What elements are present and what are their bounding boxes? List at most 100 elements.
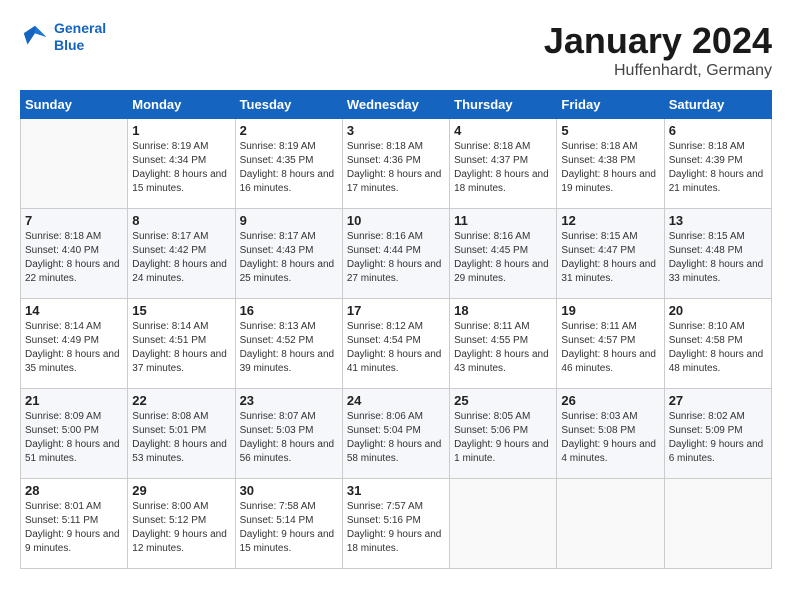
day-info: Sunrise: 8:13 AMSunset: 4:52 PMDaylight:… — [240, 320, 338, 376]
calendar-cell: 31 Sunrise: 7:57 AMSunset: 5:16 PMDayligh… — [342, 479, 449, 569]
day-info: Sunrise: 8:17 AMSunset: 4:42 PMDaylight:… — [132, 230, 230, 286]
day-info: Sunrise: 8:15 AMSunset: 4:47 PMDaylight:… — [561, 230, 659, 286]
calendar-cell: 15Sunrise: 8:14 AMSunset: 4:51 PMDayligh… — [128, 299, 235, 389]
day-number: 13 — [669, 213, 767, 228]
day-number: 4 — [454, 123, 552, 138]
calendar-cell: 13Sunrise: 8:15 AMSunset: 4:48 PMDayligh… — [664, 209, 771, 299]
calendar-header: SundayMondayTuesdayWednesdayThursdayFrid… — [21, 91, 772, 119]
day-number: 29 — [132, 483, 230, 498]
month-title: January 2024 — [544, 20, 772, 62]
day-info: Sunrise: 8:18 AMSunset: 4:39 PMDaylight:… — [669, 140, 767, 196]
day-number: 25 — [454, 393, 552, 408]
day-info: Sunrise: 8:09 AMSunset: 5:00 PMDaylight:… — [25, 410, 123, 466]
day-number: 21 — [25, 393, 123, 408]
day-info: Sunrise: 8:16 AMSunset: 4:45 PMDaylight:… — [454, 230, 552, 286]
day-info: Sunrise: 8:14 AMSunset: 4:51 PMDaylight:… — [132, 320, 230, 376]
day-number: 12 — [561, 213, 659, 228]
day-number: 5 — [561, 123, 659, 138]
day-number: 26 — [561, 393, 659, 408]
day-info: Sunrise: 8:11 AMSunset: 4:57 PMDaylight:… — [561, 320, 659, 376]
day-number: 14 — [25, 303, 123, 318]
day-number: 1 — [132, 123, 230, 138]
day-info: Sunrise: 8:17 AMSunset: 4:43 PMDaylight:… — [240, 230, 338, 286]
week-row-4: 28 Sunrise: 8:01 AMSunset: 5:11 PMDayligh… — [21, 479, 772, 569]
day-number: 23 — [240, 393, 338, 408]
day-number: 2 — [240, 123, 338, 138]
day-info: Sunrise: 8:11 AMSunset: 4:55 PMDaylight:… — [454, 320, 552, 376]
calendar-cell: 12 Sunrise: 8:15 AMSunset: 4:47 PMDayligh… — [557, 209, 664, 299]
day-number: 6 — [669, 123, 767, 138]
calendar-cell: 3 Sunrise: 8:18 AMSunset: 4:36 PMDaylight… — [342, 119, 449, 209]
calendar-cell: 6 Sunrise: 8:18 AMSunset: 4:39 PMDaylight… — [664, 119, 771, 209]
day-number: 11 — [454, 213, 552, 228]
weekday-header-wednesday: Wednesday — [342, 91, 449, 119]
calendar-table: SundayMondayTuesdayWednesdayThursdayFrid… — [20, 90, 772, 569]
calendar-cell: 27 Sunrise: 8:02 AMSunset: 5:09 PMDayligh… — [664, 389, 771, 479]
day-number: 27 — [669, 393, 767, 408]
day-number: 8 — [132, 213, 230, 228]
calendar-cell: 18 Sunrise: 8:11 AMSunset: 4:55 PMDayligh… — [450, 299, 557, 389]
calendar-cell — [21, 119, 128, 209]
day-info: Sunrise: 8:08 AMSunset: 5:01 PMDaylight:… — [132, 410, 230, 466]
calendar-cell — [557, 479, 664, 569]
location: Huffenhardt, Germany — [544, 62, 772, 80]
calendar-cell — [450, 479, 557, 569]
weekday-header-friday: Friday — [557, 91, 664, 119]
day-number: 28 — [25, 483, 123, 498]
weekday-header-monday: Monday — [128, 91, 235, 119]
day-number: 3 — [347, 123, 445, 138]
day-number: 9 — [240, 213, 338, 228]
calendar-cell: 14 Sunrise: 8:14 AMSunset: 4:49 PMDayligh… — [21, 299, 128, 389]
day-info: Sunrise: 8:05 AMSunset: 5:06 PMDaylight:… — [454, 410, 552, 466]
logo-line2: Blue — [54, 37, 84, 53]
weekday-header-thursday: Thursday — [450, 91, 557, 119]
calendar-cell: 10 Sunrise: 8:16 AMSunset: 4:44 PMDayligh… — [342, 209, 449, 299]
day-info: Sunrise: 8:01 AMSunset: 5:11 PMDaylight:… — [25, 500, 123, 556]
calendar-cell: 8 Sunrise: 8:17 AMSunset: 4:42 PMDaylight… — [128, 209, 235, 299]
day-info: Sunrise: 8:06 AMSunset: 5:04 PMDaylight:… — [347, 410, 445, 466]
calendar-cell: 21 Sunrise: 8:09 AMSunset: 5:00 PMDayligh… — [21, 389, 128, 479]
day-info: Sunrise: 8:16 AMSunset: 4:44 PMDaylight:… — [347, 230, 445, 286]
day-info: Sunrise: 8:19 AMSunset: 4:34 PMDaylight:… — [132, 140, 230, 196]
calendar-cell: 24 Sunrise: 8:06 AMSunset: 5:04 PMDayligh… — [342, 389, 449, 479]
weekday-header-tuesday: Tuesday — [235, 91, 342, 119]
calendar-cell: 26Sunrise: 8:03 AMSunset: 5:08 PMDayligh… — [557, 389, 664, 479]
week-row-2: 14 Sunrise: 8:14 AMSunset: 4:49 PMDayligh… — [21, 299, 772, 389]
calendar-cell: 22 Sunrise: 8:08 AMSunset: 5:01 PMDayligh… — [128, 389, 235, 479]
calendar-cell: 4 Sunrise: 8:18 AMSunset: 4:37 PMDaylight… — [450, 119, 557, 209]
day-number: 18 — [454, 303, 552, 318]
calendar-cell: 5 Sunrise: 8:18 AMSunset: 4:38 PMDaylight… — [557, 119, 664, 209]
day-info: Sunrise: 8:18 AMSunset: 4:36 PMDaylight:… — [347, 140, 445, 196]
calendar-cell: 25 Sunrise: 8:05 AMSunset: 5:06 PMDayligh… — [450, 389, 557, 479]
calendar-body: 1 Sunrise: 8:19 AMSunset: 4:34 PMDaylight… — [21, 119, 772, 569]
day-info: Sunrise: 8:14 AMSunset: 4:49 PMDaylight:… — [25, 320, 123, 376]
week-row-3: 21 Sunrise: 8:09 AMSunset: 5:00 PMDayligh… — [21, 389, 772, 479]
day-number: 19 — [561, 303, 659, 318]
calendar-cell: 19 Sunrise: 8:11 AMSunset: 4:57 PMDayligh… — [557, 299, 664, 389]
day-number: 24 — [347, 393, 445, 408]
day-number: 31 — [347, 483, 445, 498]
calendar-cell: 20Sunrise: 8:10 AMSunset: 4:58 PMDayligh… — [664, 299, 771, 389]
day-number: 16 — [240, 303, 338, 318]
day-number: 22 — [132, 393, 230, 408]
day-info: Sunrise: 8:02 AMSunset: 5:09 PMDaylight:… — [669, 410, 767, 466]
day-info: Sunrise: 8:12 AMSunset: 4:54 PMDaylight:… — [347, 320, 445, 376]
day-info: Sunrise: 7:57 AMSunset: 5:16 PMDaylight:… — [347, 500, 445, 556]
logo: General Blue — [20, 20, 106, 54]
day-info: Sunrise: 8:07 AMSunset: 5:03 PMDaylight:… — [240, 410, 338, 466]
calendar-cell: 11 Sunrise: 8:16 AMSunset: 4:45 PMDayligh… — [450, 209, 557, 299]
calendar-cell: 1 Sunrise: 8:19 AMSunset: 4:34 PMDaylight… — [128, 119, 235, 209]
calendar-cell: 29Sunrise: 8:00 AMSunset: 5:12 PMDayligh… — [128, 479, 235, 569]
week-row-0: 1 Sunrise: 8:19 AMSunset: 4:34 PMDaylight… — [21, 119, 772, 209]
day-number: 20 — [669, 303, 767, 318]
day-number: 17 — [347, 303, 445, 318]
weekday-header-saturday: Saturday — [664, 91, 771, 119]
day-info: Sunrise: 8:18 AMSunset: 4:37 PMDaylight:… — [454, 140, 552, 196]
calendar-cell: 28 Sunrise: 8:01 AMSunset: 5:11 PMDayligh… — [21, 479, 128, 569]
calendar-cell: 30Sunrise: 7:58 AMSunset: 5:14 PMDayligh… — [235, 479, 342, 569]
day-number: 10 — [347, 213, 445, 228]
weekday-header-row: SundayMondayTuesdayWednesdayThursdayFrid… — [21, 91, 772, 119]
calendar-cell: 16 Sunrise: 8:13 AMSunset: 4:52 PMDayligh… — [235, 299, 342, 389]
calendar-cell: 2Sunrise: 8:19 AMSunset: 4:35 PMDaylight… — [235, 119, 342, 209]
day-info: Sunrise: 8:18 AMSunset: 4:38 PMDaylight:… — [561, 140, 659, 196]
